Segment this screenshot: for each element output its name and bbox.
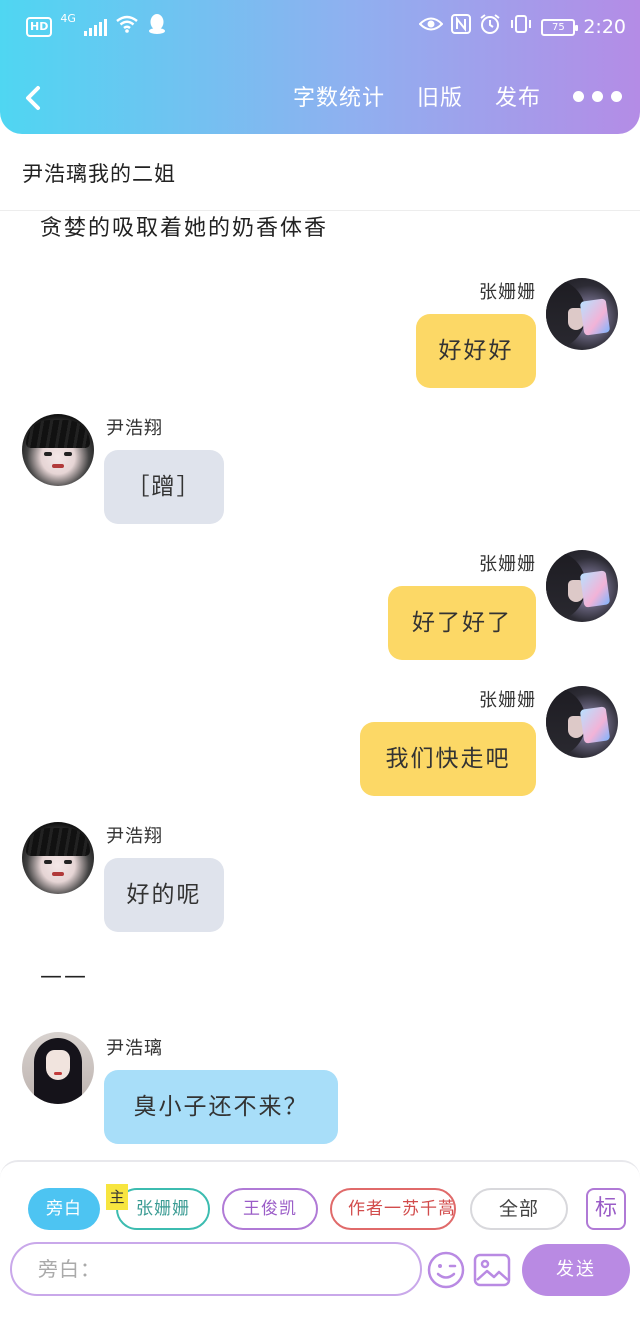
hd-badge: HD	[26, 17, 53, 37]
message-input[interactable]	[10, 1242, 422, 1296]
nfc-icon	[451, 14, 472, 40]
sender-name: 尹浩翔	[106, 418, 163, 439]
avatar-hao[interactable]	[22, 414, 94, 486]
avatar-zhang[interactable]	[546, 686, 618, 758]
sender-name: 张姗姗	[479, 554, 536, 575]
composer-panel: 旁白 张姗姗 主 王俊凯 作者一苏千蒿 全部 标 发送	[0, 1160, 640, 1330]
narration-text[interactable]: ——	[40, 964, 88, 989]
send-button[interactable]: 发送	[522, 1244, 630, 1296]
more-dots-icon	[573, 90, 584, 102]
message-bubble[interactable]: 好了好了	[388, 586, 536, 660]
app-header: HD 4G 75 2:20 字数统计 旧版 发布	[0, 0, 640, 134]
chevron-left-icon	[26, 86, 40, 110]
avatar-hao[interactable]	[22, 822, 94, 894]
qq-icon	[147, 13, 167, 41]
role-chip-zhang[interactable]: 张姗姗	[116, 1188, 210, 1230]
image-icon	[473, 1253, 511, 1287]
network-label: 4G	[60, 12, 76, 25]
avatar-zhang[interactable]	[546, 550, 618, 622]
avatar-li[interactable]	[22, 1032, 94, 1104]
avatar-zhang[interactable]	[546, 278, 618, 350]
emoji-icon	[427, 1251, 465, 1289]
message-bubble[interactable]: 我们快走吧	[360, 722, 536, 796]
alarm-icon	[479, 13, 501, 41]
status-time: 2:20	[583, 16, 626, 38]
sender-name: 尹浩翔	[106, 826, 163, 847]
message-bubble[interactable]: 好好好	[416, 314, 536, 388]
main-role-tag: 主	[106, 1184, 128, 1210]
eye-icon	[418, 15, 444, 39]
story-title[interactable]: 尹浩璃我的二姐	[22, 158, 176, 188]
message-bubble[interactable]: ［蹭］	[104, 450, 224, 524]
mark-button[interactable]: 标	[586, 1188, 626, 1230]
word-count-button[interactable]: 字数统计	[293, 80, 385, 112]
publish-button[interactable]: 发布	[495, 80, 541, 112]
message-bubble[interactable]: 臭小子还不来？	[104, 1070, 338, 1144]
vibrate-icon	[509, 14, 533, 40]
back-button[interactable]	[14, 78, 54, 118]
role-chip-author[interactable]: 作者一苏千蒿	[330, 1188, 456, 1230]
role-chip-wang[interactable]: 王俊凯	[222, 1188, 318, 1230]
sender-name: 张姗姗	[479, 282, 536, 303]
role-chip-all[interactable]: 全部	[470, 1188, 568, 1230]
message-bubble[interactable]: 好的呢	[104, 858, 224, 932]
sender-name: 张姗姗	[479, 690, 536, 711]
sender-name: 尹浩璃	[106, 1038, 163, 1059]
more-options-button[interactable]	[573, 90, 622, 102]
emoji-button[interactable]	[426, 1250, 466, 1290]
signal-icon	[83, 18, 107, 36]
old-version-button[interactable]: 旧版	[417, 80, 463, 112]
narration-text[interactable]: 贪婪的吸取着她的奶香体香	[40, 210, 328, 242]
nav-bar: 字数统计 旧版 发布	[0, 62, 640, 128]
status-bar: HD 4G 75 2:20	[0, 0, 640, 50]
battery-icon: 75	[541, 18, 579, 36]
wifi-icon	[115, 14, 139, 40]
role-chip-narrator[interactable]: 旁白	[28, 1188, 100, 1230]
image-button[interactable]	[472, 1250, 512, 1290]
